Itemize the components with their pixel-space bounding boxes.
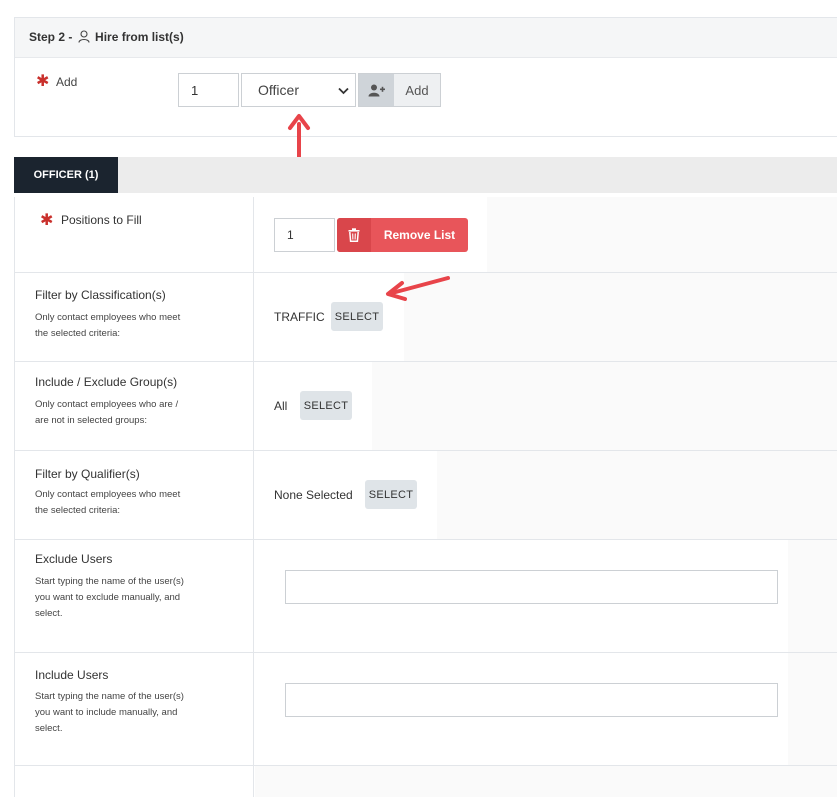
groups-help-line1: Only contact employees who are / [35, 397, 215, 413]
classification-label: Filter by Classification(s) [35, 288, 166, 302]
exclude-users-input[interactable] [285, 570, 778, 604]
exclude-users-label: Exclude Users [35, 552, 112, 566]
list-select[interactable]: Officer [241, 73, 356, 107]
include-users-help-line1: Start typing the name of the user(s) [35, 689, 215, 705]
trash-icon [337, 218, 371, 252]
classification-value: TRAFFIC [274, 310, 325, 324]
chevron-down-icon [338, 82, 349, 98]
step-header: Step 2 - Hire from list(s) [15, 18, 837, 58]
qualifiers-select-button[interactable]: SELECT [365, 480, 417, 509]
list-select-value: Officer [258, 82, 299, 98]
groups-value: All [274, 399, 287, 413]
step-title-text: Hire from list(s) [95, 30, 184, 44]
include-users-help-line2: you want to include manually, and [35, 705, 215, 721]
exclude-users-help-line3: select. [35, 606, 215, 622]
remove-list-button[interactable]: Remove List [337, 218, 468, 252]
include-users-help-line3: select. [35, 721, 215, 737]
add-label: Add [56, 75, 77, 89]
step-title: Step 2 - Hire from list(s) [29, 30, 184, 46]
step-2-panel: Step 2 - Hire from list(s) ✱ Add 1 Offic… [14, 17, 837, 137]
annotation-arrow-left [382, 272, 454, 304]
user-icon [78, 30, 90, 46]
positions-label: Positions to Fill [61, 213, 142, 227]
required-star-icon: ✱ [40, 213, 53, 229]
remove-list-label: Remove List [371, 218, 468, 252]
groups-select-button[interactable]: SELECT [300, 391, 352, 420]
include-users-label: Include Users [35, 668, 108, 682]
exclude-users-help-line1: Start typing the name of the user(s) [35, 574, 215, 590]
add-quantity-value: 1 [191, 83, 198, 98]
positions-quantity-input[interactable]: 1 [274, 218, 335, 252]
add-quantity-input[interactable]: 1 [178, 73, 239, 107]
qualifiers-help-line2: the selected criteria: [35, 503, 215, 519]
include-users-input[interactable] [285, 683, 778, 717]
add-button-label: Add [394, 74, 440, 106]
add-user-icon [359, 74, 394, 106]
groups-label: Include / Exclude Group(s) [35, 375, 177, 389]
positions-quantity-value: 1 [287, 228, 294, 242]
exclude-users-help-line2: you want to exclude manually, and [35, 590, 215, 606]
qualifiers-label: Filter by Qualifier(s) [35, 467, 140, 481]
required-star-icon: ✱ [36, 74, 49, 90]
qualifiers-value: None Selected [274, 488, 353, 502]
step-title-prefix: Step 2 - [29, 30, 72, 44]
add-list-button[interactable]: Add [358, 73, 441, 107]
tab-officer[interactable]: OFFICER (1) [14, 157, 118, 193]
classification-select-button[interactable]: SELECT [331, 302, 383, 331]
groups-help-line2: are not in selected groups: [35, 413, 215, 429]
classification-help-line1: Only contact employees who meet [35, 310, 215, 326]
classification-help-line2: the selected criteria: [35, 326, 215, 342]
tab-bar: OFFICER (1) [14, 157, 837, 193]
qualifiers-help-line1: Only contact employees who meet [35, 487, 215, 503]
